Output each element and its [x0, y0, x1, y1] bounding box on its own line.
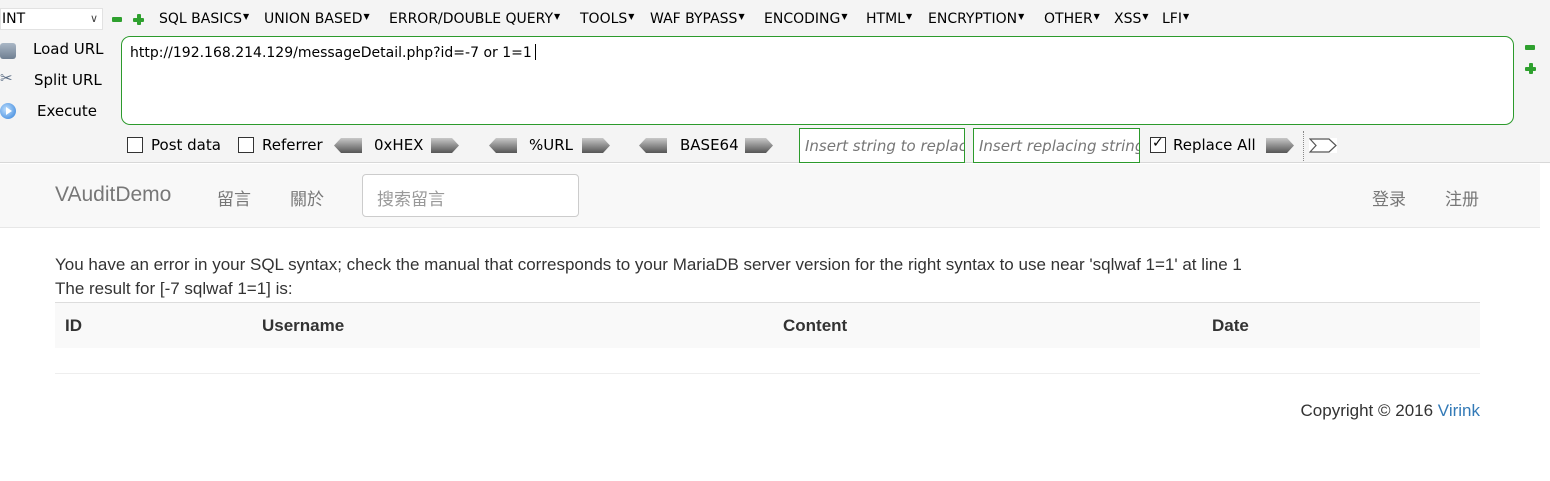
dropdown-arrow-icon: ▼ [841, 12, 848, 21]
replace-all-checkbox[interactable] [1150, 135, 1166, 153]
menu-label: LFI [1162, 11, 1182, 27]
menu-lfi[interactable]: LFI▼ [1162, 11, 1189, 27]
site-brand[interactable]: VAuditDemo [55, 183, 171, 207]
column-header-id: ID [55, 302, 252, 348]
menu-encoding[interactable]: ENCODING▼ [764, 11, 848, 27]
url-text: http://192.168.214.129/messageDetail.php… [130, 45, 532, 61]
separator [1303, 131, 1304, 161]
menu-error-double-query[interactable]: ERROR/DOUBLE QUERY▼ [389, 11, 560, 27]
dropdown-arrow-icon: ▼ [554, 12, 561, 21]
hackbar-options-row: Post data Referrer 0xHEX %URL BASE64 Ins… [0, 128, 1540, 163]
copyright-text: Copyright © 2016 [1300, 401, 1438, 420]
table-header-row: ID Username Content Date [55, 302, 1480, 348]
menu-label: ENCODING [764, 11, 841, 27]
menu-waf-bypass[interactable]: WAF BYPASS▼ [650, 11, 745, 27]
split-url-label: Split URL [34, 71, 102, 89]
column-header-username: Username [252, 302, 773, 348]
menu-html[interactable]: HTML▼ [866, 11, 912, 27]
menu-sql-basics[interactable]: SQL BASICS▼ [159, 11, 249, 27]
menu-label: TOOLS [580, 11, 628, 27]
increase-icon[interactable] [133, 14, 144, 25]
replace-from-placeholder: Insert string to replace [805, 137, 965, 155]
dropdown-arrow-icon: ▼ [738, 12, 745, 21]
replace-from-input[interactable]: Insert string to replace [799, 128, 965, 163]
replace-to-placeholder: Insert replacing string [979, 137, 1140, 155]
execute-button[interactable]: Execute [0, 99, 118, 123]
menu-label: WAF BYPASS [650, 11, 738, 27]
url-decode-arrow-icon[interactable] [489, 138, 517, 153]
expand-icon[interactable] [1525, 63, 1536, 74]
base64-decode-arrow-icon[interactable] [639, 138, 667, 153]
referrer-label: Referrer [262, 136, 323, 154]
execute-label: Execute [37, 102, 97, 120]
dropdown-arrow-icon: ▼ [905, 12, 913, 21]
hex-label: 0xHEX [374, 136, 424, 154]
hex-decode-arrow-icon[interactable] [334, 138, 362, 153]
site-navbar: VAuditDemo 留言 關於 搜索留言 登录 注册 [0, 164, 1540, 228]
nav-register[interactable]: 注册 [1445, 185, 1479, 210]
menu-label: SQL BASICS [159, 11, 243, 27]
column-header-content: Content [773, 302, 1202, 348]
post-data-checkbox[interactable] [127, 137, 143, 153]
menu-other[interactable]: OTHER▼ [1044, 11, 1100, 27]
post-data-label: Post data [151, 136, 221, 154]
injection-type-select[interactable]: INT ∨ [0, 8, 103, 30]
result-text: The result for [-7 sqlwaf 1=1] is: [55, 279, 293, 298]
dropdown-arrow-icon: ▼ [1093, 12, 1100, 21]
menu-label: OTHER [1044, 11, 1093, 27]
url-encode-arrow-icon[interactable] [582, 138, 610, 153]
hackbar-toolbar: INT ∨ SQL BASICS▼ UNION BASED▼ ERROR/DOU… [0, 0, 1550, 163]
url-enc-label: %URL [529, 136, 574, 154]
nav-messages[interactable]: 留言 [217, 185, 251, 210]
hex-encode-arrow-icon[interactable] [431, 138, 459, 153]
menu-label: XSS [1114, 11, 1142, 27]
dropdown-arrow-icon: ▼ [628, 12, 635, 21]
footer-divider [55, 373, 1480, 374]
search-input[interactable]: 搜索留言 [362, 174, 579, 217]
play-icon [0, 103, 16, 119]
menu-tools[interactable]: TOOLS▼ [580, 11, 634, 27]
base64-label: BASE64 [680, 136, 739, 154]
load-url-label: Load URL [33, 40, 104, 58]
dropdown-arrow-icon: ▼ [363, 12, 370, 21]
split-url-button[interactable]: Split URL [0, 68, 118, 92]
sql-error-message: You have an error in your SQL syntax; ch… [55, 255, 1242, 274]
scissors-icon [0, 69, 16, 88]
menu-label: ERROR/DOUBLE QUERY [389, 11, 554, 27]
menu-encryption[interactable]: ENCRYPTION▼ [928, 11, 1024, 27]
url-textarea[interactable]: http://192.168.214.129/messageDetail.php… [121, 36, 1514, 125]
menu-label: HTML [866, 11, 905, 27]
shrink-icon[interactable] [1525, 45, 1535, 50]
referrer-checkbox[interactable] [238, 137, 254, 153]
replace-right-arrow-icon[interactable] [1266, 138, 1294, 153]
hackbar-menu-row: INT ∨ SQL BASICS▼ UNION BASED▼ ERROR/DOU… [0, 8, 1540, 32]
nav-about[interactable]: 關於 [290, 185, 324, 210]
text-cursor [534, 44, 536, 60]
site-footer: Copyright © 2016 Virink [1301, 401, 1480, 421]
load-url-button[interactable]: Load URL [0, 37, 118, 61]
load-url-icon [0, 43, 16, 59]
menu-union-based[interactable]: UNION BASED▼ [264, 11, 370, 27]
nav-login[interactable]: 登录 [1372, 185, 1406, 210]
menu-label: ENCRYPTION [928, 11, 1018, 27]
dropdown-arrow-icon: ▼ [1182, 12, 1190, 21]
replace-all-label: Replace All [1173, 136, 1256, 154]
dropdown-arrow-icon: ▼ [243, 12, 250, 21]
footer-author-link[interactable]: Virink [1438, 401, 1480, 420]
replace-outline-arrow-icon[interactable] [1309, 138, 1337, 153]
column-header-date: Date [1202, 302, 1480, 348]
menu-xss[interactable]: XSS▼ [1114, 11, 1149, 27]
dropdown-arrow-icon: ▼ [1018, 12, 1025, 21]
result-table: ID Username Content Date [55, 302, 1480, 348]
search-placeholder: 搜索留言 [377, 190, 445, 210]
menu-label: UNION BASED [264, 11, 363, 27]
dropdown-arrow-icon: ▼ [1142, 12, 1149, 21]
chevron-down-icon: ∨ [89, 12, 98, 25]
base64-encode-arrow-icon[interactable] [745, 138, 773, 153]
decrease-icon[interactable] [112, 17, 122, 22]
replace-to-input[interactable]: Insert replacing string [973, 128, 1140, 163]
injection-type-value: INT [2, 11, 26, 27]
